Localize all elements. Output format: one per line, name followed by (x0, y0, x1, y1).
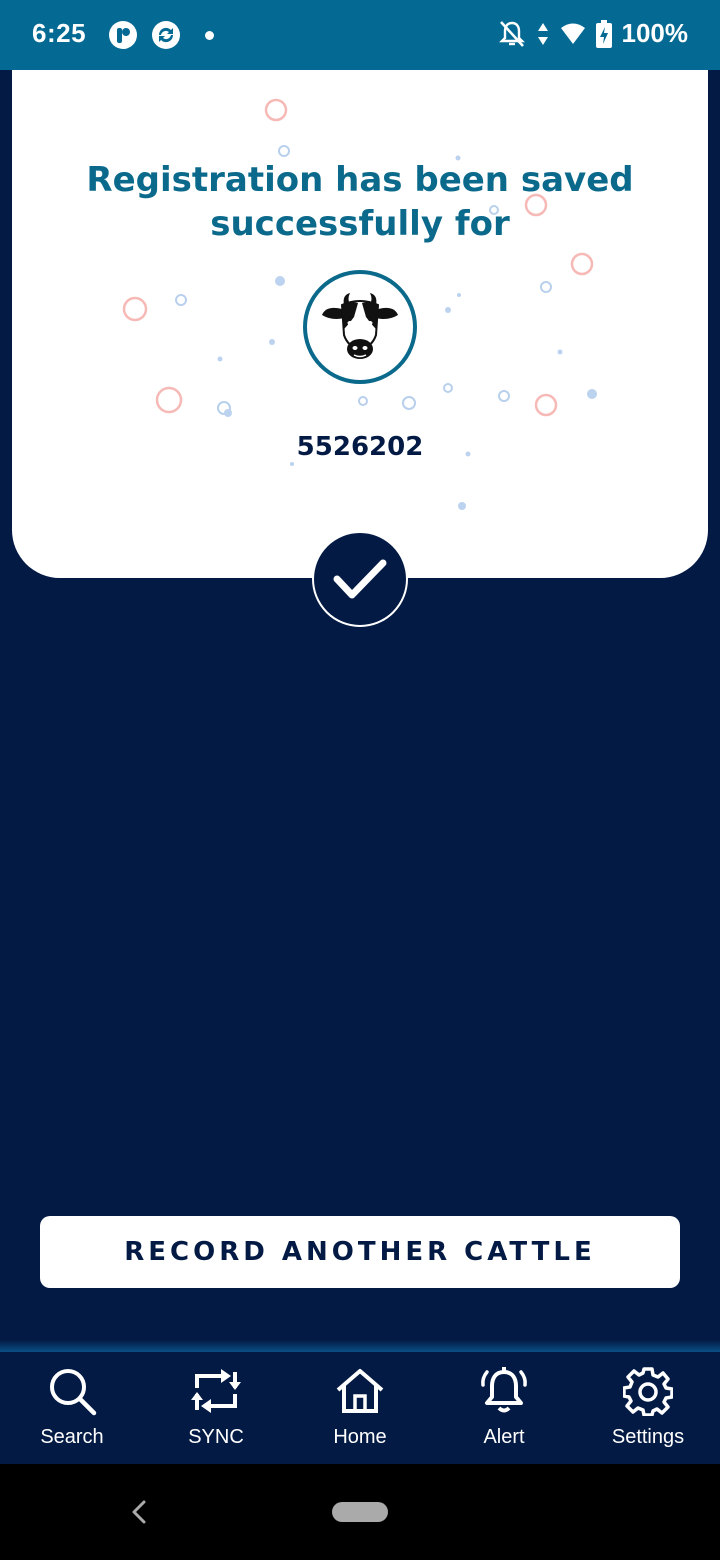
cow-icon (322, 293, 398, 359)
nav-label-settings: Settings (611, 1426, 685, 1448)
success-title-line1: Registration has been saved (86, 160, 634, 200)
nav-item-settings[interactable]: Settings (576, 1352, 720, 1464)
battery-icon (595, 19, 612, 48)
nav-label-home: Home (333, 1426, 387, 1448)
data-arrows-icon (537, 22, 548, 45)
nav-item-sync[interactable]: SYNC (144, 1352, 288, 1464)
cattle-tag-number: 5526202 (296, 432, 424, 462)
record-another-cattle-button[interactable]: RECORD ANOTHER CATTLE (40, 1216, 680, 1288)
search-icon (50, 1369, 97, 1416)
status-time: 6:25 (32, 18, 87, 48)
success-check-badge (312, 531, 408, 627)
notification-dot (205, 31, 214, 40)
nav-label-sync: SYNC (188, 1426, 244, 1448)
check-icon (333, 559, 387, 599)
battery-percent: 100% (621, 18, 689, 48)
nav-item-home[interactable]: Home (288, 1352, 432, 1464)
status-bar: 6:25 100% (0, 0, 720, 70)
bottom-navigation: Search SYNC Home Alert Settings (0, 1352, 720, 1464)
success-card: Registration has been saved successfully… (12, 70, 708, 578)
system-home-pill[interactable] (332, 1502, 388, 1522)
wifi-icon (560, 23, 585, 44)
nav-label-alert: Alert (483, 1426, 525, 1448)
sync-icon (191, 1369, 241, 1413)
home-icon (336, 1369, 384, 1413)
sync-notification-icon (152, 21, 180, 49)
nav-item-search[interactable]: Search (0, 1352, 144, 1464)
bell-off-icon (498, 20, 525, 47)
nav-label-search: Search (40, 1426, 104, 1448)
success-title-line2: successfully for (210, 204, 510, 244)
nav-divider (0, 1340, 720, 1352)
cow-avatar (303, 270, 417, 384)
nav-item-alert[interactable]: Alert (432, 1352, 576, 1464)
back-icon[interactable] (124, 1494, 154, 1530)
gear-icon (623, 1367, 673, 1416)
success-title: Registration has been saved successfully… (12, 158, 708, 246)
status-indicators: 100% (498, 18, 689, 49)
app-notification-icon (109, 21, 137, 49)
bell-icon (481, 1367, 527, 1413)
